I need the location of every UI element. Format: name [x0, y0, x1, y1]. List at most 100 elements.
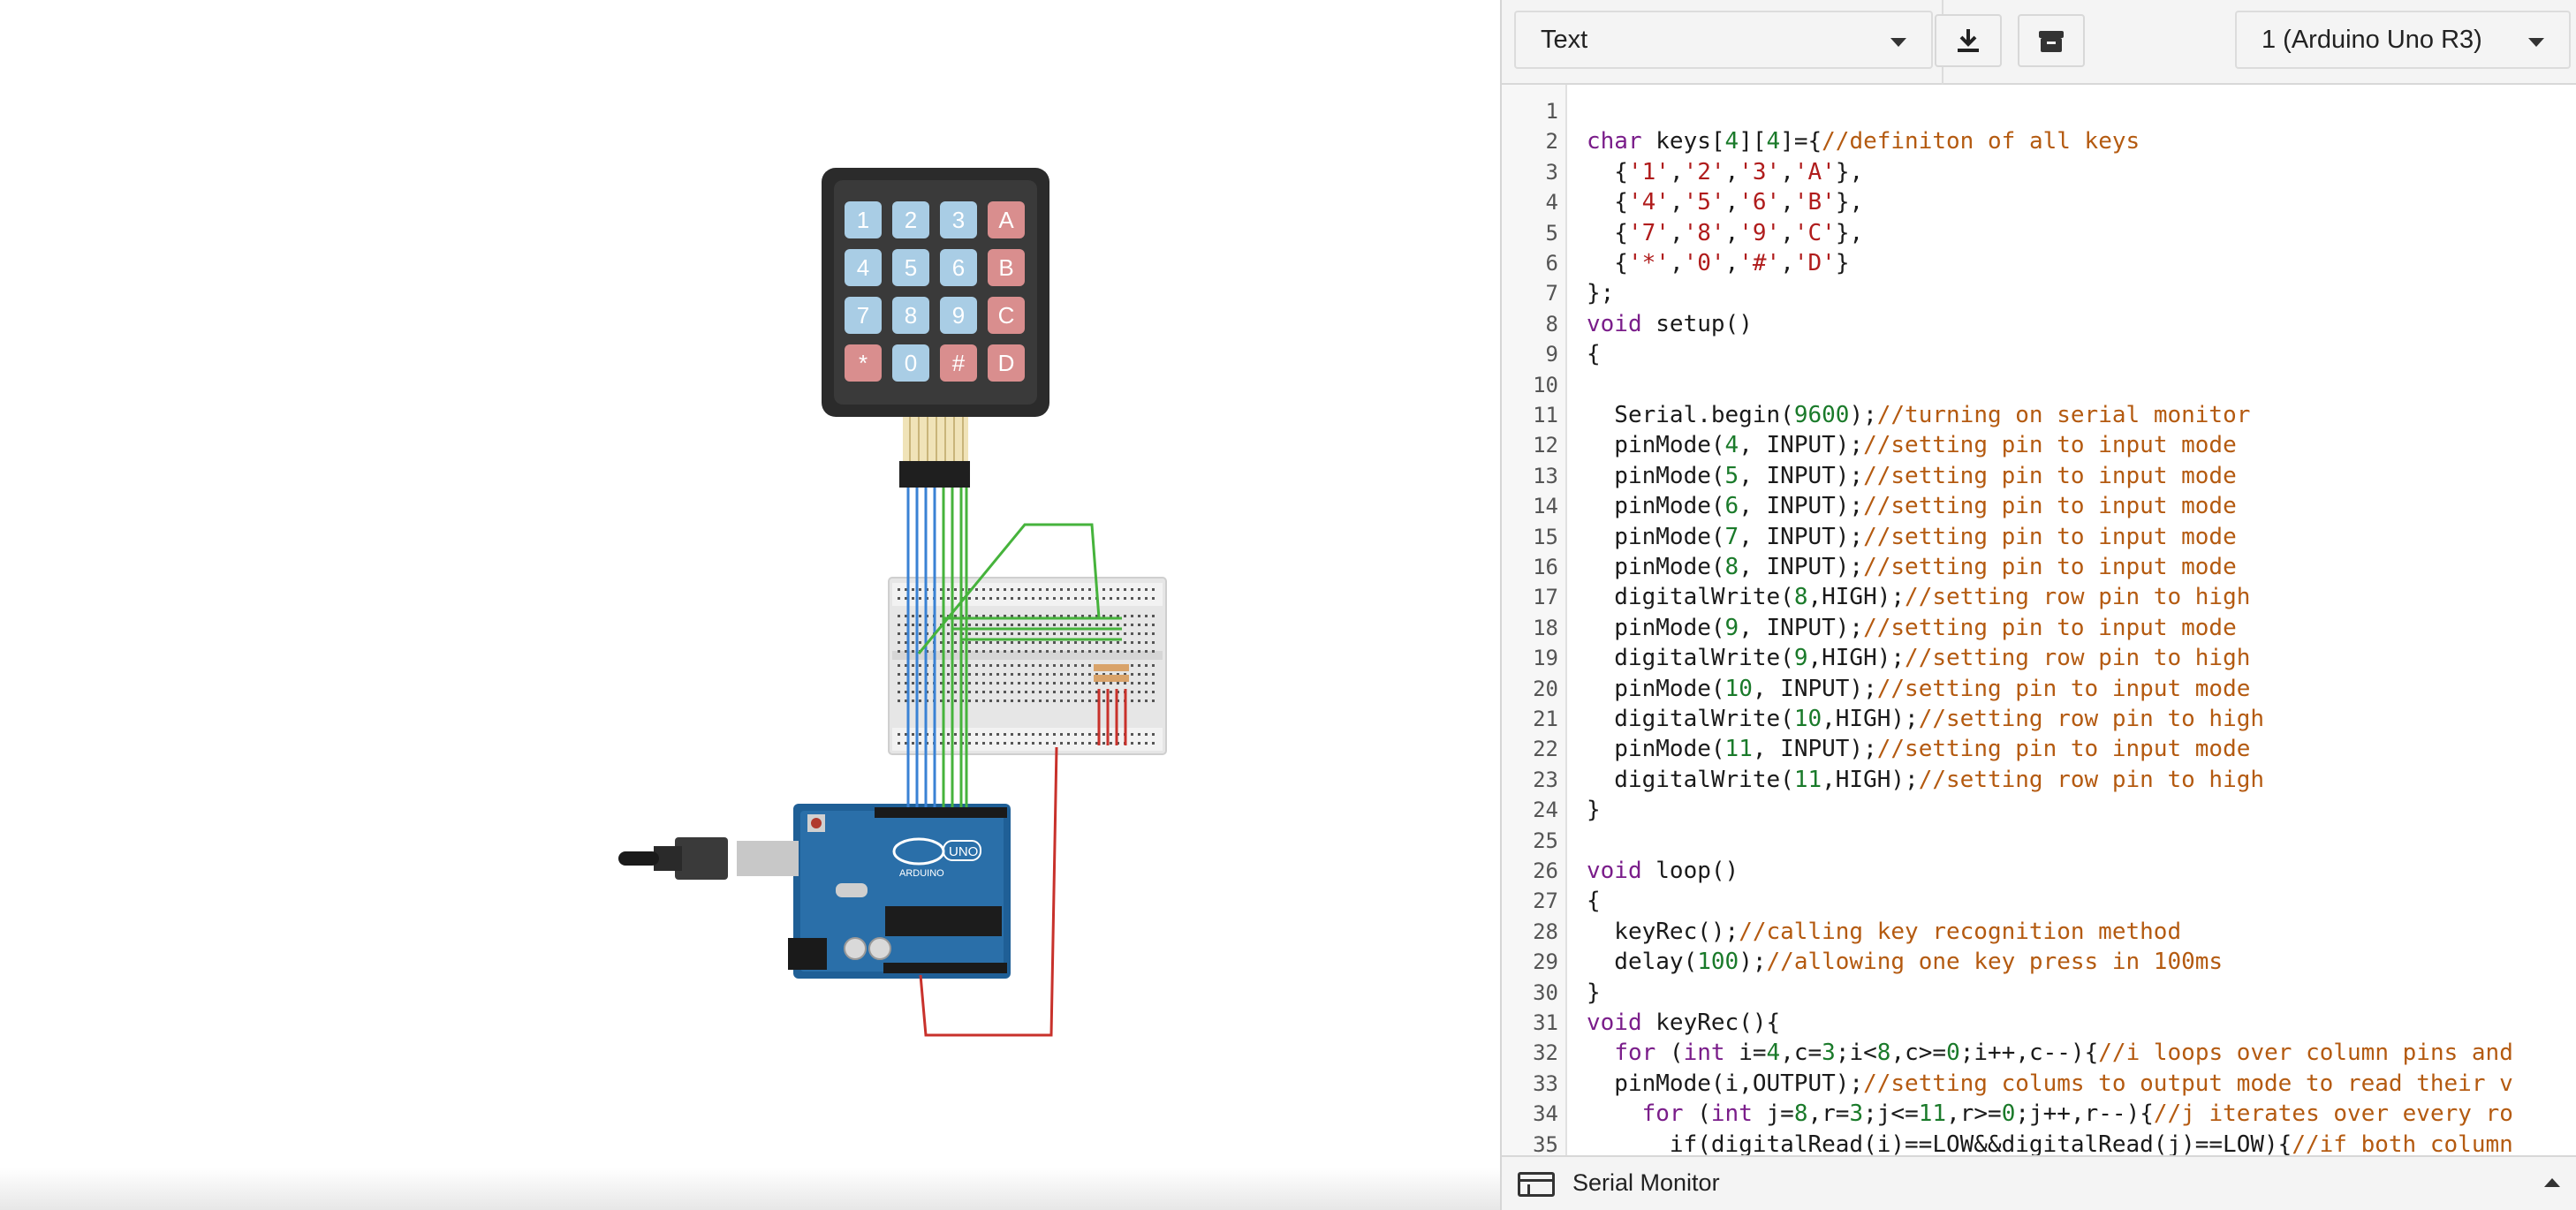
code-line[interactable]: {'7','8','9','C'},: [1587, 219, 1863, 247]
code-line[interactable]: pinMode(i,OUTPUT);//setting colums to ou…: [1587, 1070, 2513, 1098]
code-line[interactable]: pinMode(4, INPUT);//setting pin to input…: [1587, 431, 2236, 459]
keypad-key-label: 1: [857, 207, 869, 233]
code-line[interactable]: keyRec();//calling key recognition metho…: [1587, 918, 2181, 946]
code-line[interactable]: }: [1587, 979, 1601, 1007]
chevron-down-icon: [1890, 38, 1906, 47]
line-number: 8: [1545, 311, 1558, 337]
keypad-key-label: D: [998, 350, 1015, 376]
line-number: 22: [1533, 737, 1558, 762]
keypad-key-label: 2: [905, 207, 917, 233]
line-number: 35: [1533, 1131, 1558, 1155]
editor-mode-label: Text: [1541, 25, 1588, 54]
code-line[interactable]: pinMode(10, INPUT);//setting pin to inpu…: [1587, 675, 2250, 703]
code-line[interactable]: pinMode(9, INPUT);//setting pin to input…: [1587, 614, 2236, 642]
arduino-model: UNO: [949, 844, 978, 859]
circuit-canvas[interactable]: 1 2 3 A 4 5 6 B 7 8 9 C * 0 # D ARDUINO …: [0, 0, 1500, 1210]
line-number: 21: [1533, 707, 1558, 731]
serial-monitor-label: Serial Monitor: [1572, 1169, 1720, 1196]
library-button[interactable]: [2018, 14, 2085, 67]
code-line[interactable]: void loop(): [1587, 857, 1739, 885]
code-line[interactable]: {'*','0','#','D'}: [1587, 249, 1849, 277]
keypad-key-label: B: [998, 254, 1013, 281]
keypad-key-label: #: [952, 350, 966, 376]
code-line[interactable]: delay(100);//allowing one key press in 1…: [1587, 948, 2223, 976]
line-number: 12: [1533, 433, 1558, 458]
code-line[interactable]: Serial.begin(9600);//turning on serial m…: [1587, 401, 2250, 429]
code-line[interactable]: pinMode(8, INPUT);//setting pin to input…: [1587, 553, 2236, 581]
board-select-label: 1 (Arduino Uno R3): [2262, 25, 2482, 54]
code-line[interactable]: digitalWrite(8,HIGH);//setting row pin t…: [1587, 583, 2250, 611]
line-number: 9: [1545, 342, 1558, 367]
line-number: 13: [1533, 463, 1558, 488]
keypad-key-label: 0: [905, 350, 917, 376]
keypad-key-label: 8: [905, 302, 917, 329]
line-number: 11: [1533, 403, 1558, 427]
keypad-key-label: A: [998, 207, 1014, 233]
download-button[interactable]: [1935, 14, 2002, 67]
code-line[interactable]: {: [1587, 340, 1601, 368]
download-icon: [1958, 29, 1979, 52]
code-line[interactable]: digitalWrite(11,HIGH);//setting row pin …: [1587, 766, 2264, 794]
board-select-dropdown[interactable]: 1 (Arduino Uno R3): [2235, 11, 2571, 69]
line-number: 3: [1545, 159, 1558, 185]
line-number: 14: [1533, 494, 1558, 519]
line-number: 27: [1533, 889, 1558, 914]
code-line[interactable]: pinMode(7, INPUT);//setting pin to input…: [1587, 523, 2236, 551]
code-line[interactable]: if(digitalRead(i)==LOW&&digitalRead(j)==…: [1587, 1131, 2513, 1155]
editor-mode-dropdown[interactable]: Text: [1514, 11, 1933, 69]
serial-monitor-icon: [1518, 1172, 1555, 1197]
code-line[interactable]: pinMode(6, INPUT);//setting pin to input…: [1587, 492, 2236, 520]
keypad-key-label: *: [859, 350, 868, 376]
code-panel: Text 1 (Arduino Uno R3) 1 2 3 4 5 6 7 8 9 10 11 12 1…: [1500, 0, 2576, 1210]
code-toolbar: Text 1 (Arduino Uno R3): [1502, 0, 2576, 85]
code-line[interactable]: pinMode(11, INPUT);//setting pin to inpu…: [1587, 735, 2250, 763]
code-line[interactable]: for (int i=4,c=3;i<8,c>=0;i++,c--){//i l…: [1587, 1039, 2513, 1067]
line-number: 15: [1533, 524, 1558, 549]
arduino-brand: ARDUINO: [899, 868, 944, 879]
code-line[interactable]: {'1','2','3','A'},: [1587, 158, 1863, 186]
keypad-key-label: 6: [952, 254, 965, 281]
code-line[interactable]: char keys[4][4]={//definiton of all keys: [1587, 127, 2140, 155]
circuit-diagram: 1 2 3 A4 5 6 B7 8 9 C* 0 # D ARDUINO UNO: [618, 168, 1167, 1037]
line-number: 28: [1533, 919, 1558, 944]
code-line[interactable]: digitalWrite(9,HIGH);//setting row pin t…: [1587, 644, 2250, 672]
keypad-key-label: 3: [952, 207, 965, 233]
line-number: 16: [1533, 555, 1558, 579]
line-number: 19: [1533, 646, 1558, 671]
library-box-icon: [2039, 31, 2064, 52]
line-number: 31: [1533, 1010, 1558, 1035]
chevron-up-icon[interactable]: [2544, 1178, 2560, 1187]
serial-monitor-bar[interactable]: Serial Monitor: [1502, 1155, 2576, 1210]
line-number: 25: [1533, 828, 1558, 853]
keypad-key-label: 7: [857, 302, 869, 329]
line-number: 24: [1533, 798, 1558, 823]
line-number: 4: [1545, 190, 1558, 216]
keypad-key-label: 9: [952, 302, 965, 329]
code-line[interactable]: pinMode(5, INPUT);//setting pin to input…: [1587, 462, 2236, 490]
line-number: 17: [1533, 585, 1558, 610]
line-number: 1: [1545, 99, 1558, 124]
keypad[interactable]: 1 2 3 A 4 5 6 B 7 8 9 C * 0 # D: [822, 168, 1049, 488]
code-editor[interactable]: 1 2 3 4 5 6 7 8 9 10 11 12 13 14 15 16 17 18 19 20 21 22 23 24 2…: [1502, 85, 2576, 1155]
code-line[interactable]: };: [1587, 279, 1614, 307]
arduino-uno[interactable]: ARDUINO UNO: [618, 804, 1011, 979]
line-number: 30: [1533, 979, 1558, 1005]
line-number: 20: [1533, 676, 1558, 701]
code-line[interactable]: void setup(): [1587, 310, 1753, 338]
line-number: 33: [1533, 1070, 1558, 1096]
line-number: 2: [1545, 129, 1558, 155]
code-line[interactable]: }: [1587, 796, 1601, 824]
canvas-shadow: [0, 1168, 1500, 1210]
code-line[interactable]: {'4','5','6','B'},: [1587, 188, 1863, 216]
line-number: 32: [1533, 1040, 1558, 1066]
keypad-key-label: 4: [857, 254, 869, 281]
line-number: 18: [1533, 615, 1558, 640]
keypad-key-label: C: [998, 302, 1015, 329]
line-number: 29: [1533, 949, 1558, 975]
code-line[interactable]: void keyRec(){: [1587, 1009, 1780, 1037]
code-line[interactable]: {: [1587, 887, 1601, 915]
code-line[interactable]: digitalWrite(10,HIGH);//setting row pin …: [1587, 705, 2264, 733]
line-number-gutter: 1 2 3 4 5 6 7 8 9 10 11 12 13 14 15 16 17 18 19 20 21 22 23 24 2…: [1502, 85, 1567, 1155]
code-line[interactable]: for (int j=8,r=3;j<=11,r>=0;j++,r--){//j…: [1587, 1100, 2513, 1128]
line-number: 7: [1545, 281, 1558, 306]
